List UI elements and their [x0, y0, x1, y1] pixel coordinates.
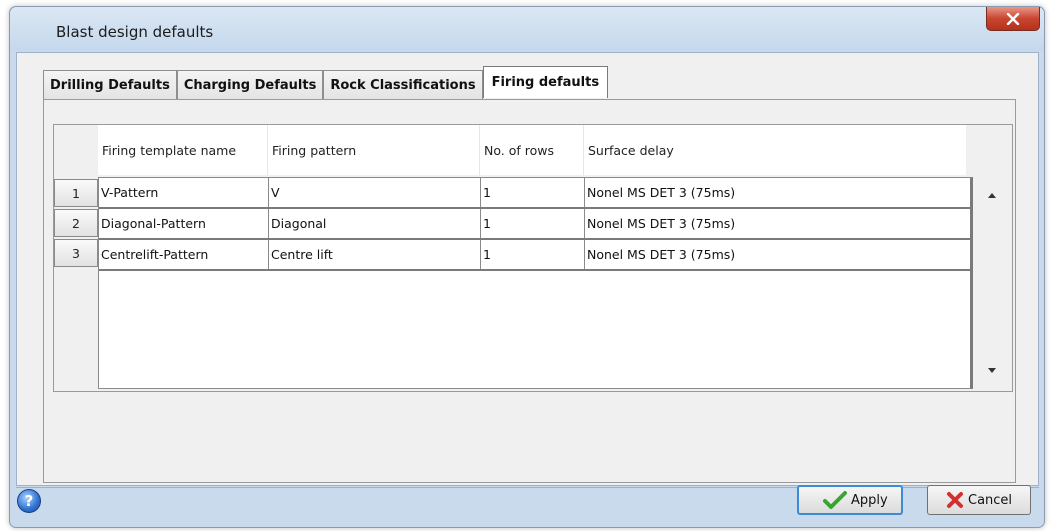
cell-firing-pattern[interactable]: Centre lift	[269, 240, 481, 269]
cell-surface-delay[interactable]: Nonel MS DET 3 (75ms)	[585, 209, 968, 238]
table-row[interactable]: V-Pattern V 1 Nonel MS DET 3 (75ms)	[99, 178, 970, 209]
table-body: V-Pattern V 1 Nonel MS DET 3 (75ms) Diag…	[98, 177, 973, 389]
cell-firing-pattern[interactable]: Diagonal	[269, 209, 481, 238]
apply-button[interactable]: Apply	[797, 485, 903, 515]
checkmark-icon	[823, 490, 847, 510]
table-header: Firing template name Firing pattern No. …	[98, 125, 966, 175]
tab-charging-defaults[interactable]: Charging Defaults	[176, 70, 324, 100]
help-button[interactable]: ?	[17, 489, 41, 513]
cell-no-of-rows[interactable]: 1	[481, 240, 585, 269]
cell-template-name[interactable]: Centrelift-Pattern	[99, 240, 269, 269]
cell-surface-delay[interactable]: Nonel MS DET 3 (75ms)	[585, 240, 968, 269]
firing-templates-table: Firing template name Firing pattern No. …	[53, 124, 1013, 392]
dialog-window: Blast design defaults Drilling Defaults …	[9, 6, 1045, 528]
cell-firing-pattern[interactable]: V	[269, 178, 481, 207]
vertical-scrollbar[interactable]	[976, 177, 1012, 389]
cancel-label: Cancel	[968, 492, 1013, 508]
scroll-up-arrow-icon[interactable]	[988, 193, 996, 198]
cell-template-name[interactable]: Diagonal-Pattern	[99, 209, 269, 238]
row-header[interactable]: 1	[54, 179, 98, 207]
table-row[interactable]: Centrelift-Pattern Centre lift 1 Nonel M…	[99, 240, 970, 271]
close-button[interactable]	[986, 7, 1040, 31]
tab-drilling-defaults[interactable]: Drilling Defaults	[43, 70, 177, 100]
tab-firing-defaults[interactable]: Firing defaults	[482, 66, 609, 98]
title-bar[interactable]: Blast design defaults	[10, 7, 1044, 51]
tab-bar: Drilling Defaults Charging Defaults Rock…	[43, 66, 609, 100]
tab-rock-classifications[interactable]: Rock Classifications	[323, 70, 483, 100]
table-row[interactable]: Diagonal-Pattern Diagonal 1 Nonel MS DET…	[99, 209, 970, 240]
cell-no-of-rows[interactable]: 1	[481, 178, 585, 207]
column-header-no-of-rows[interactable]: No. of rows	[480, 125, 584, 175]
row-header[interactable]: 3	[54, 239, 98, 267]
x-icon	[946, 491, 964, 509]
cancel-button[interactable]: Cancel	[927, 485, 1031, 515]
cell-surface-delay[interactable]: Nonel MS DET 3 (75ms)	[585, 178, 968, 207]
row-header[interactable]: 2	[54, 209, 98, 237]
cell-template-name[interactable]: V-Pattern	[99, 178, 269, 207]
row-number-column: 1 2 3	[54, 179, 98, 269]
window-title: Blast design defaults	[56, 23, 214, 41]
dialog-client-area: Drilling Defaults Charging Defaults Rock…	[16, 52, 1039, 486]
scroll-down-arrow-icon[interactable]	[988, 368, 996, 373]
column-header-surface-delay[interactable]: Surface delay	[584, 125, 966, 175]
firing-defaults-panel: Firing template name Firing pattern No. …	[43, 99, 1016, 483]
apply-label: Apply	[851, 492, 888, 508]
column-header-firing-template-name[interactable]: Firing template name	[98, 125, 268, 175]
help-icon: ?	[24, 492, 34, 510]
close-icon	[1006, 12, 1020, 25]
column-header-firing-pattern[interactable]: Firing pattern	[268, 125, 480, 175]
cell-no-of-rows[interactable]: 1	[481, 209, 585, 238]
